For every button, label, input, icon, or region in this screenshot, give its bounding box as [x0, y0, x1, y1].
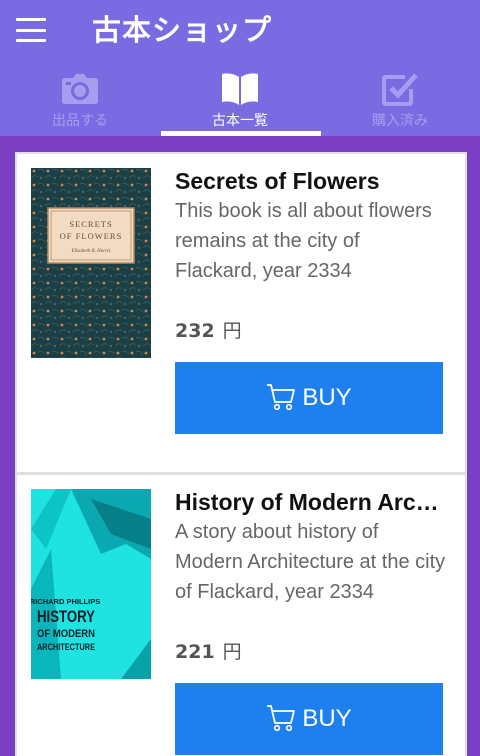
buy-button[interactable]: BUY: [175, 362, 443, 434]
tab-sell[interactable]: 出品する: [0, 64, 160, 136]
buy-button[interactable]: BUY: [175, 683, 443, 755]
book-cover-image: SECRETS OF FLOWERS Elizabeth R. Harris: [31, 168, 151, 358]
book-title[interactable]: Secrets of Flowers: [175, 164, 445, 198]
book-card: SECRETS OF FLOWERS Elizabeth R. Harris S…: [17, 154, 465, 470]
cover-author: Elizabeth R. Harris: [70, 249, 110, 254]
cover-title-line1: HISTORY: [37, 607, 96, 626]
tab-book-list[interactable]: 古本一覧: [160, 64, 320, 136]
checkbox-icon: [380, 70, 420, 108]
cover-title-line2: OF MODERN: [37, 628, 95, 640]
cover-title-line3: ARCHITECTURE: [37, 642, 95, 652]
cart-icon: [266, 704, 296, 735]
book-cover-image: RICHARD PHILLIPS HISTORY OF MODERN ARCHI…: [31, 489, 151, 679]
app-bar: 古本ショップ 出品する 古本一覧 購入済み: [0, 0, 480, 136]
cover-author: RICHARD PHILLIPS: [31, 597, 100, 606]
book-card: RICHARD PHILLIPS HISTORY OF MODERN ARCHI…: [17, 472, 465, 756]
price-value: 221: [175, 641, 215, 663]
book-description: This book is all about flowers remains a…: [175, 200, 432, 282]
cover-title-line2: OF FLOWERS: [60, 231, 123, 241]
cover-title-line1: SECRETS: [69, 219, 112, 229]
price-currency: 円: [222, 641, 242, 663]
app-title: 古本ショップ: [92, 13, 273, 47]
tab-purchased[interactable]: 購入済み: [320, 64, 480, 136]
tab-book-list-label: 古本一覧: [212, 113, 268, 129]
book-title[interactable]: History of Modern Architecture: [175, 485, 445, 519]
price-currency: 円: [222, 320, 242, 342]
active-tab-indicator: [161, 131, 321, 136]
book-list: SECRETS OF FLOWERS Elizabeth R. Harris S…: [15, 152, 467, 756]
tab-bar: 出品する 古本一覧 購入済み: [0, 64, 480, 136]
tab-sell-label: 出品する: [52, 113, 108, 129]
book-price: 232 円: [175, 316, 242, 346]
cart-icon: [266, 383, 296, 414]
book-description: A story about history of Modern Architec…: [175, 521, 446, 603]
price-value: 232: [175, 320, 215, 342]
book-open-icon: [220, 70, 260, 108]
book-price: 221 円: [175, 637, 242, 667]
buy-button-label: BUY: [302, 705, 352, 732]
tab-purchased-label: 購入済み: [372, 113, 428, 129]
hamburger-menu-icon[interactable]: [16, 18, 46, 42]
camera-icon: [60, 70, 100, 108]
buy-button-label: BUY: [302, 384, 352, 411]
